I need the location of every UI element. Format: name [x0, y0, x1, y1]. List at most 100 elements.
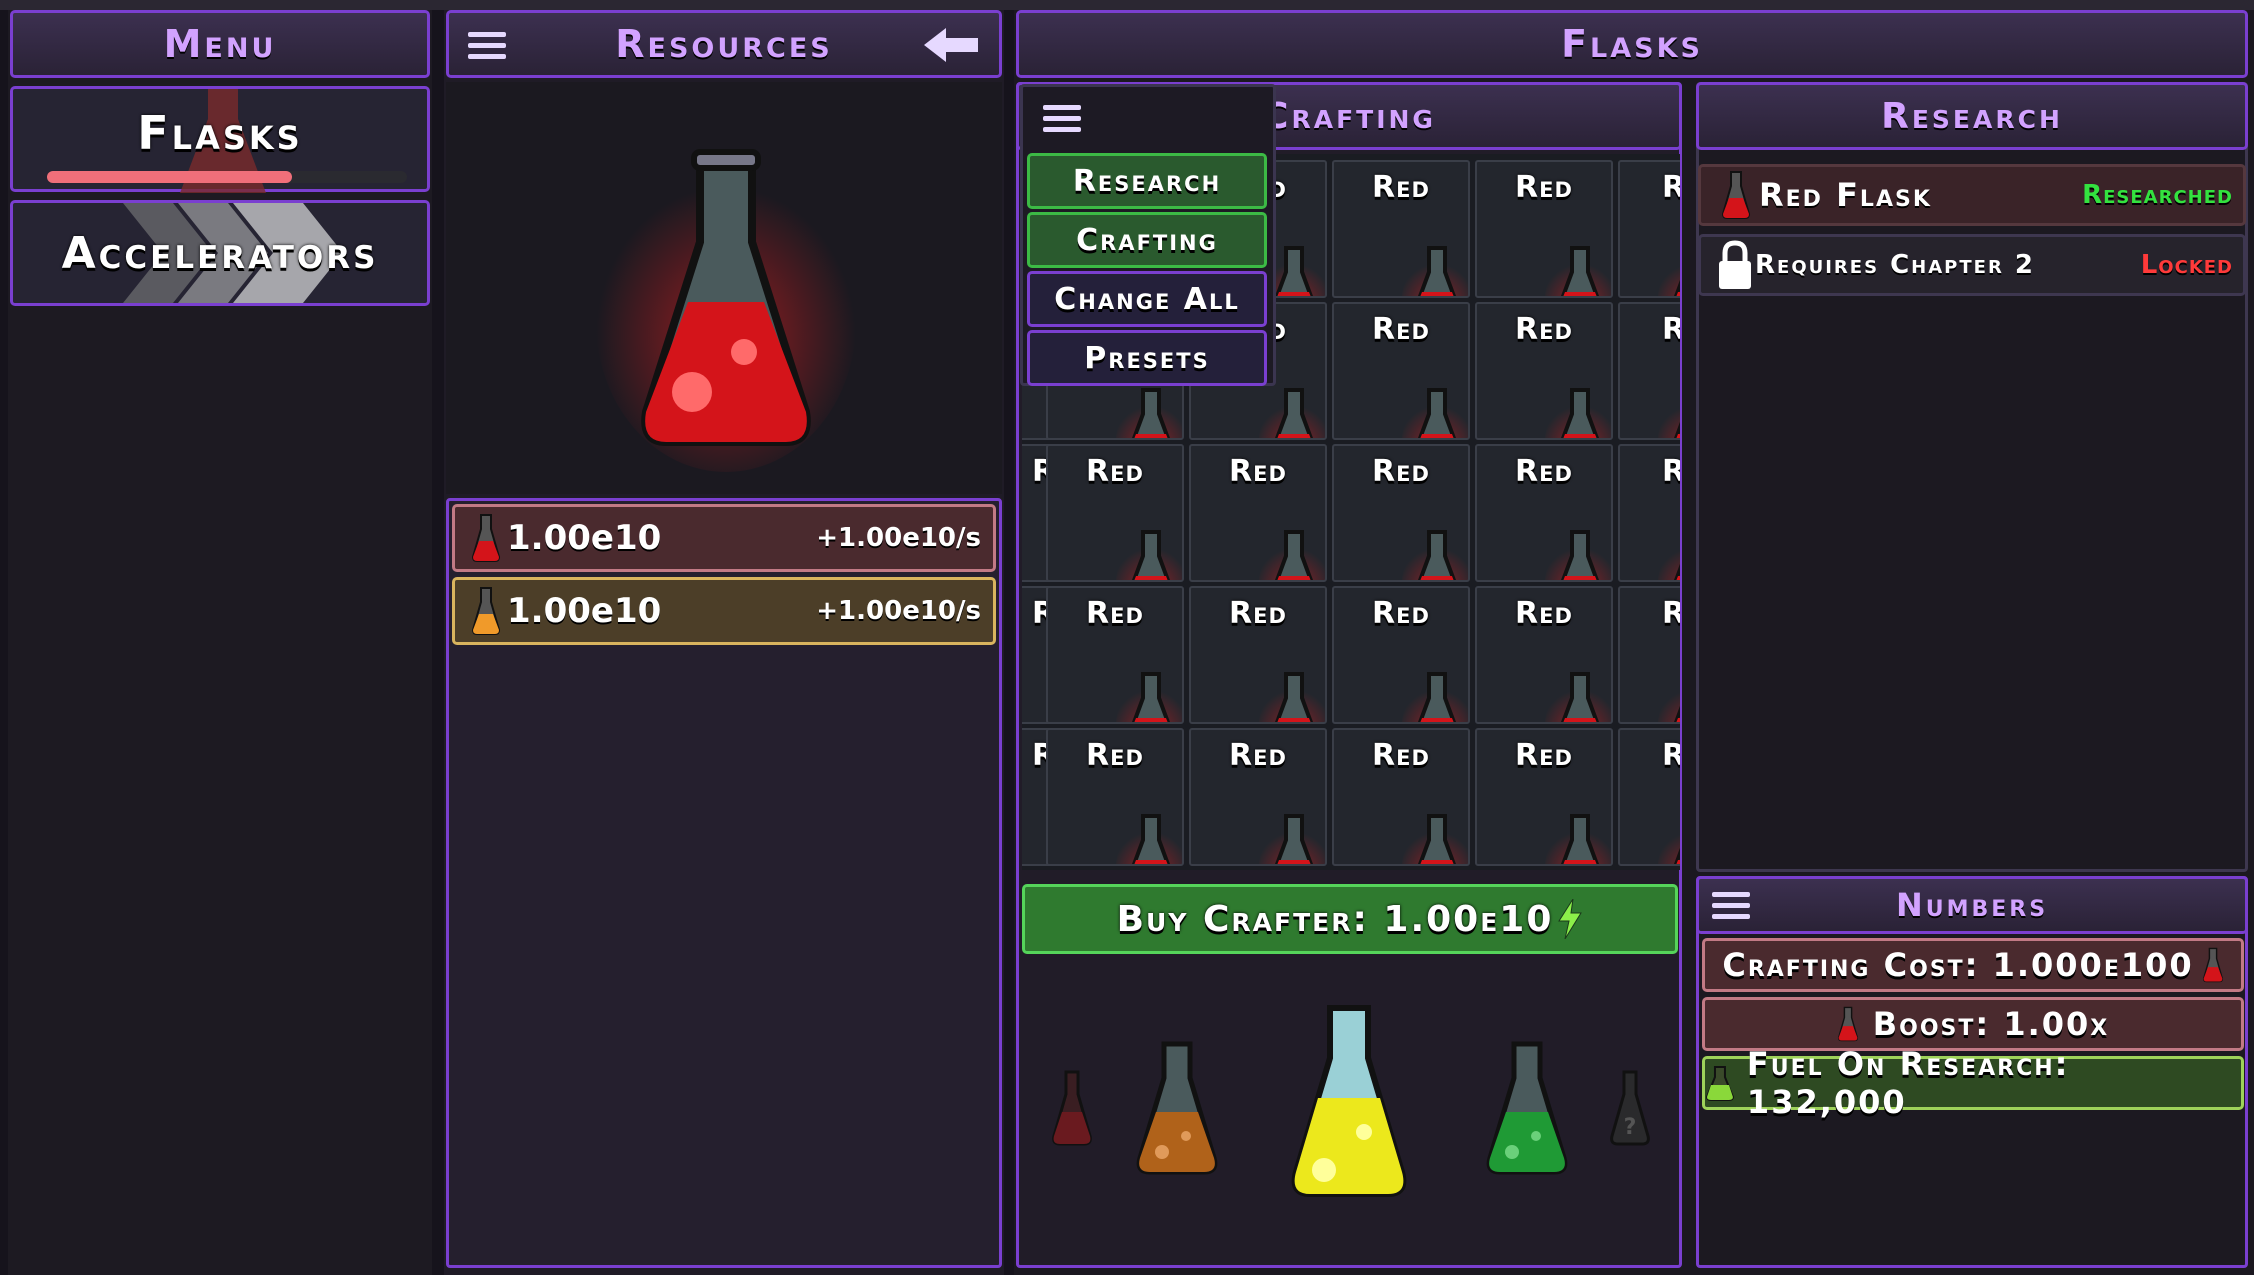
- crafter-cell-label: R: [1662, 454, 1680, 489]
- svg-text:?: ?: [1624, 1115, 1637, 1140]
- crafter-cell[interactable]: Red: [1046, 586, 1184, 724]
- crafter-cell[interactable]: Red: [1332, 728, 1470, 866]
- crafter-cell[interactable]: Red: [1332, 302, 1470, 440]
- flasks-progress-fill: [47, 171, 292, 183]
- crafter-cell-label: Red: [1086, 454, 1144, 489]
- resource-row-red: 1.00e10 +1.00e10/s: [452, 504, 996, 572]
- crafter-cell[interactable]: Red: [1475, 586, 1613, 724]
- red-flask-icon: [1837, 1006, 1858, 1042]
- flasks-header: Flasks: [1016, 10, 2248, 78]
- crafter-cell-label: Red: [1229, 596, 1287, 631]
- fuel-flask-icon: [1705, 1066, 1734, 1101]
- crafter-cell-label: Red: [1229, 738, 1287, 773]
- crafter-cell-label: Red: [1515, 170, 1573, 205]
- menu-item-accelerators[interactable]: Accelerators: [10, 200, 430, 306]
- dropdown-change-all-button[interactable]: Change All: [1027, 271, 1267, 327]
- numbers-header: Numbers: [1696, 876, 2248, 934]
- crafter-cell-label: Red: [1372, 596, 1430, 631]
- dropdown-presets-button[interactable]: Presets: [1027, 330, 1267, 386]
- resources-header: Resources: [446, 10, 1002, 78]
- crafter-cell-label: Red: [1372, 738, 1430, 773]
- crafter-cell[interactable]: Red: [1332, 160, 1470, 298]
- crafter-cell-label: R: [1662, 312, 1680, 347]
- dropdown-research-button[interactable]: Research: [1027, 153, 1267, 209]
- research-header: Research: [1696, 82, 2248, 150]
- flask-carousel: ?: [1022, 962, 1678, 1262]
- crafting-cost-row: Crafting Cost: 1.000e100: [1702, 938, 2244, 992]
- crafter-cell[interactable]: Red: [1475, 302, 1613, 440]
- red-flask-large-icon: [596, 149, 856, 472]
- crafter-cell[interactable]: Red: [1332, 586, 1470, 724]
- crafter-cell-label: Red: [1515, 738, 1573, 773]
- crafting-menu-icon[interactable]: [1043, 105, 1081, 133]
- resource-red-amount: 1.00e10: [507, 518, 662, 558]
- resources-menu-icon[interactable]: [468, 32, 506, 60]
- dropdown-crafting-button[interactable]: Crafting: [1027, 212, 1267, 268]
- lightning-icon: [1558, 899, 1583, 939]
- numbers-menu-icon[interactable]: [1712, 892, 1750, 920]
- crafter-cell[interactable]: R: [1618, 302, 1680, 440]
- fuel-on-research-label: Fuel On Research: 132,000: [1746, 1045, 2070, 1121]
- crafter-cell-label: Red: [1515, 312, 1573, 347]
- flasks-progress-track: [47, 171, 407, 183]
- crafter-cell[interactable]: Red: [1475, 160, 1613, 298]
- red-flask-icon: [1721, 171, 1751, 219]
- crafter-cell[interactable]: R: [1618, 160, 1680, 298]
- crafter-cell-label: Red: [1372, 312, 1430, 347]
- research-row-red-flask[interactable]: Red Flask Researched: [1698, 164, 2246, 226]
- carousel-unknown-flask-icon[interactable]: ?: [1608, 1068, 1652, 1148]
- crafter-cell[interactable]: R: [1618, 586, 1680, 724]
- buy-crafter-button[interactable]: Buy Crafter: 1.00e10: [1022, 884, 1678, 954]
- crafter-cell-label: R: [1662, 596, 1680, 631]
- lock-icon: [1719, 240, 1751, 289]
- menu-item-flasks-label: Flasks: [137, 106, 303, 160]
- crafter-cell-label: Red: [1229, 454, 1287, 489]
- research-red-flask-status: Researched: [2082, 180, 2233, 210]
- dropdown-crafting-label: Crafting: [1076, 222, 1218, 258]
- research-chapter-2-status: Locked: [2140, 250, 2233, 280]
- crafter-cell[interactable]: Red: [1189, 728, 1327, 866]
- resource-orange-amount: 1.00e10: [507, 591, 662, 631]
- menu-item-accelerators-label: Accelerators: [61, 227, 379, 279]
- crafter-cell[interactable]: Red: [1332, 444, 1470, 582]
- crafter-cell-label: Red: [1086, 738, 1144, 773]
- carousel-green-flask-icon[interactable]: [1482, 1038, 1572, 1178]
- research-title: Research: [1881, 95, 2063, 137]
- crafter-cell[interactable]: Red: [1189, 444, 1327, 582]
- crafter-cell[interactable]: Red: [1475, 444, 1613, 582]
- crafter-cell[interactable]: R: [1618, 444, 1680, 582]
- crafter-cell[interactable]: Red: [1475, 728, 1613, 866]
- back-arrow-icon[interactable]: [924, 28, 980, 62]
- red-flask-icon: [2202, 947, 2223, 983]
- crafter-cell[interactable]: Red: [1189, 586, 1327, 724]
- top-toolbar-strip: [0, 0, 2254, 10]
- research-red-flask-name: Red Flask: [1759, 176, 1932, 214]
- crafter-cell[interactable]: R: [1618, 728, 1680, 866]
- flasks-title: Flasks: [1561, 22, 1703, 66]
- menu-header: Menu: [10, 10, 430, 78]
- crafter-cell-label: Red: [1372, 170, 1430, 205]
- crafting-title: Crafting: [1262, 95, 1436, 137]
- crafting-cost-label: Crafting Cost: 1.000e100: [1722, 946, 2194, 984]
- research-chapter-2-name: Requires Chapter 2: [1755, 250, 2035, 280]
- crafting-dropdown: Research Crafting Change All Presets: [1020, 84, 1276, 386]
- boost-label: Boost: 1.00x: [1872, 1005, 2110, 1043]
- resources-title: Resources: [615, 22, 833, 66]
- menu-item-flasks[interactable]: Flasks: [10, 86, 430, 193]
- red-flask-icon: [471, 514, 501, 562]
- carousel-orange-flask-icon[interactable]: [1132, 1038, 1222, 1178]
- boost-row: Boost: 1.00x: [1702, 997, 2244, 1051]
- numbers-title: Numbers: [1895, 886, 2049, 924]
- carousel-yellow-flask-icon[interactable]: [1284, 1002, 1414, 1202]
- crafter-cell-label: Red: [1515, 596, 1573, 631]
- resource-row-orange: 1.00e10 +1.00e10/s: [452, 577, 996, 645]
- dropdown-change-all-label: Change All: [1054, 281, 1240, 317]
- crafter-cell-label: Red: [1372, 454, 1430, 489]
- carousel-red-flask-icon[interactable]: [1050, 1068, 1094, 1148]
- research-row-chapter-2[interactable]: Requires Chapter 2 Locked: [1698, 234, 2246, 296]
- crafter-cell[interactable]: Red: [1046, 444, 1184, 582]
- crafter-cell[interactable]: Red: [1046, 728, 1184, 866]
- menu-title: Menu: [163, 22, 277, 66]
- dropdown-presets-label: Presets: [1084, 340, 1210, 376]
- crafter-cell-label: Red: [1086, 596, 1144, 631]
